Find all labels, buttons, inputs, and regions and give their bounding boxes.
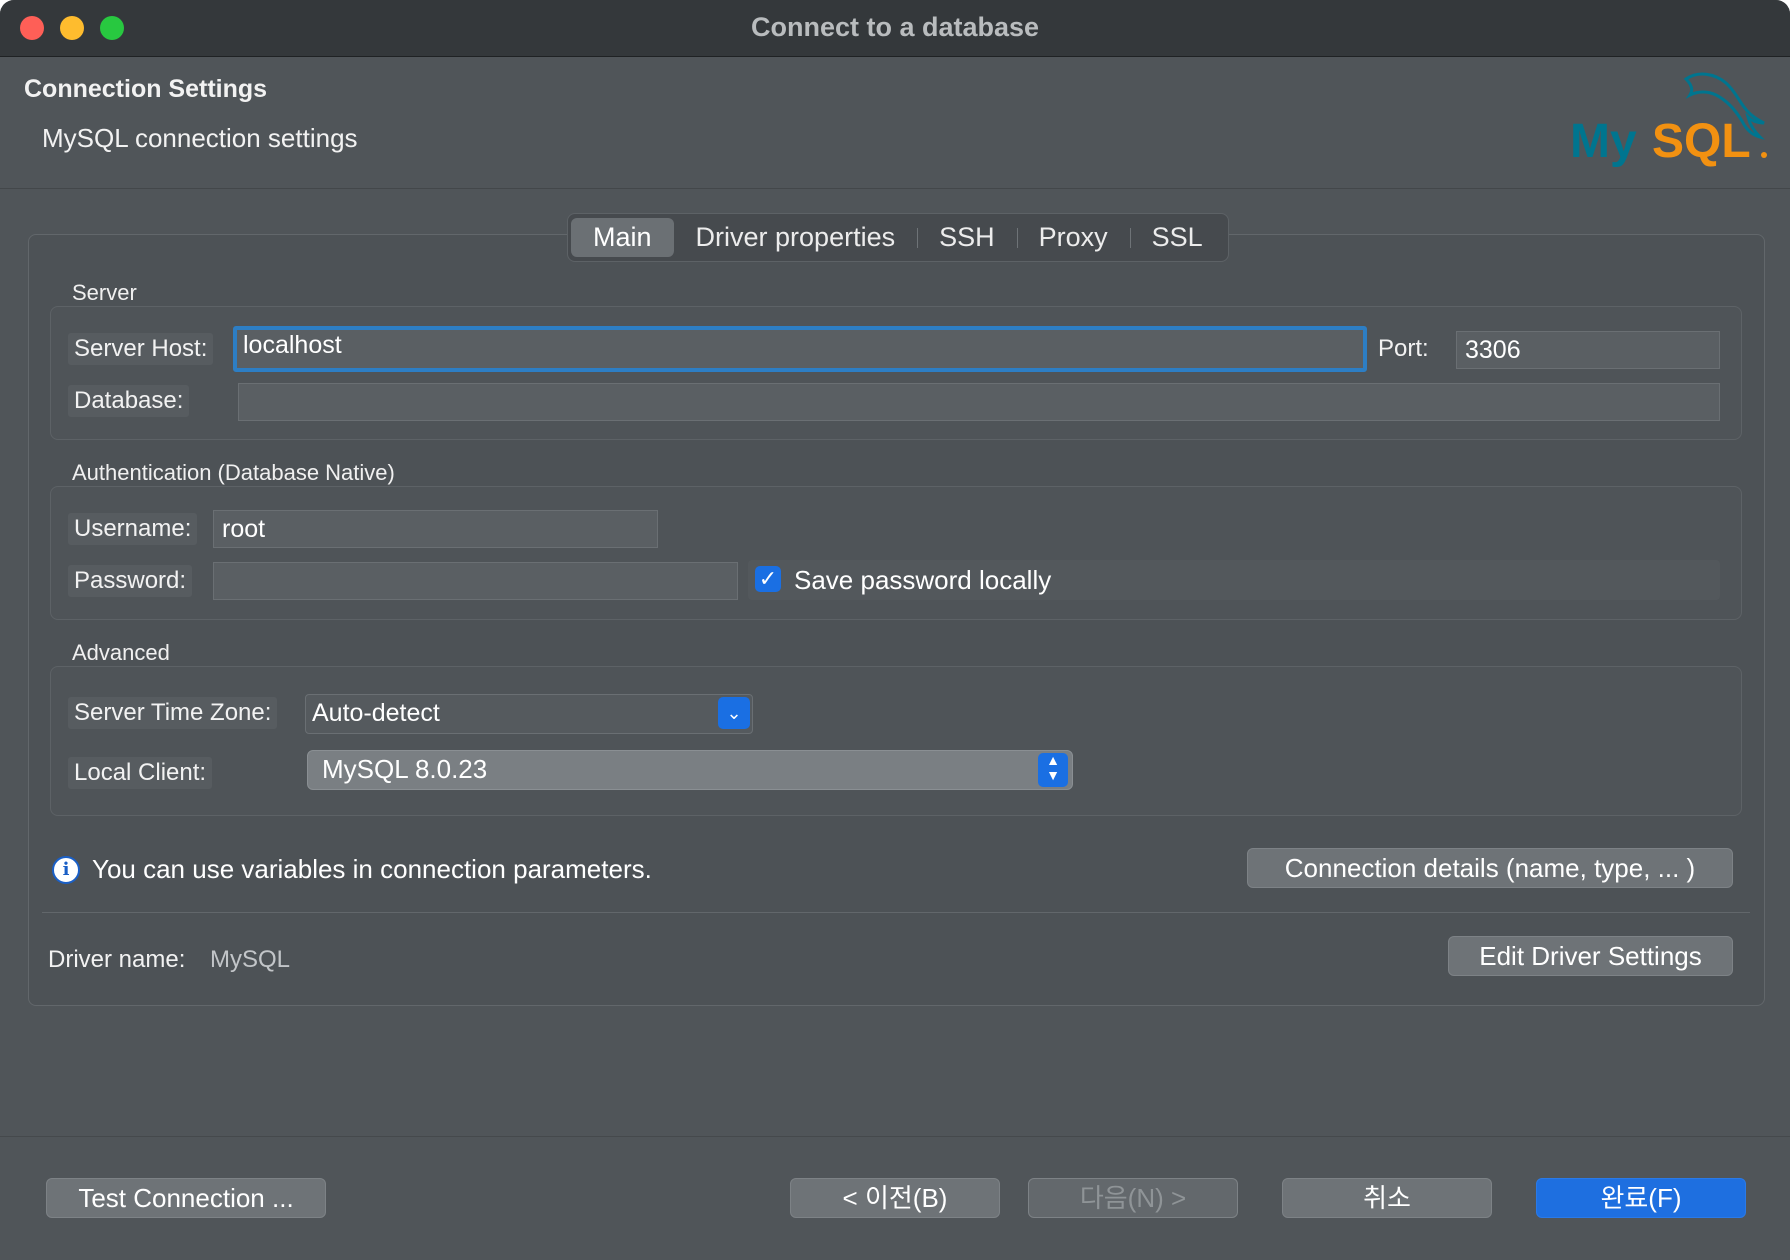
mysql-logo-my: My [1570,115,1637,168]
driver-name-value: MySQL [210,946,291,973]
window-title: Connect to a database [750,12,1040,42]
chevron-down-icon[interactable]: ⌄ [718,697,750,729]
username-label: Username: [68,513,198,545]
local-client-select[interactable]: MySQL 8.0.23 [307,750,1073,790]
username-input[interactable]: root [213,510,658,548]
finish-button[interactable]: 완료(F) [1536,1178,1746,1218]
info-icon: i [52,856,80,884]
server-time-zone-value: Auto-detect [312,699,440,727]
tab-ssh[interactable]: SSH [917,218,1017,257]
back-button[interactable]: < 이전(B) [790,1178,1000,1218]
local-client-value: MySQL 8.0.23 [322,754,488,784]
database-input[interactable] [238,383,1720,421]
port-input[interactable]: 3306 [1456,331,1720,369]
server-group-label: Server [72,280,137,305]
mysql-logo: My SQL [1570,72,1767,168]
cancel-button[interactable]: 취소 [1282,1178,1492,1218]
test-connection-button[interactable]: Test Connection ... [46,1178,326,1218]
tab-driver-properties[interactable]: Driver properties [674,218,918,257]
database-label: Database: [68,385,190,417]
server-time-zone-select[interactable]: Auto-detect [305,694,753,734]
server-time-zone-label: Server Time Zone: [68,697,278,729]
divider [42,912,1750,913]
server-host-label: Server Host: [68,333,214,365]
page-subtitle: MySQL connection settings [42,123,358,153]
advanced-group-label: Advanced [72,640,170,665]
tab-ssl[interactable]: SSL [1129,218,1225,257]
save-password-checkbox[interactable]: ✓ [755,566,781,592]
server-host-input[interactable]: localhost [233,326,1367,372]
next-button[interactable]: 다음(N) > [1028,1178,1238,1218]
tab-proxy[interactable]: Proxy [1016,218,1130,257]
mysql-logo-sql: SQL [1652,115,1751,168]
title-bar: Connect to a database [0,0,1790,57]
page-title: Connection Settings [24,75,268,103]
variables-info-text: You can use variables in connection para… [92,854,652,884]
header: Connection Settings MySQL connection set… [0,57,1790,189]
auth-group-label: Authentication (Database Native) [72,460,395,485]
driver-name-label: Driver name: [48,946,186,973]
updown-chevron-icon[interactable]: ▲ ▼ [1038,753,1068,787]
tab-main[interactable]: Main [571,218,674,257]
footer-divider [0,1136,1790,1137]
advanced-group [50,666,1742,816]
save-password-label[interactable]: Save password locally [794,565,1051,596]
port-label: Port: [1378,335,1429,362]
connection-details-button[interactable]: Connection details (name, type, ... ) [1247,848,1733,888]
edit-driver-settings-button[interactable]: Edit Driver Settings [1448,936,1733,976]
tab-bar: Main Driver properties SSH Proxy SSL [567,213,1229,262]
password-label: Password: [68,565,193,597]
local-client-label: Local Client: [68,757,213,789]
dialog-window: Connect to a database Connection Setting… [0,0,1790,1260]
password-input[interactable] [213,562,738,600]
